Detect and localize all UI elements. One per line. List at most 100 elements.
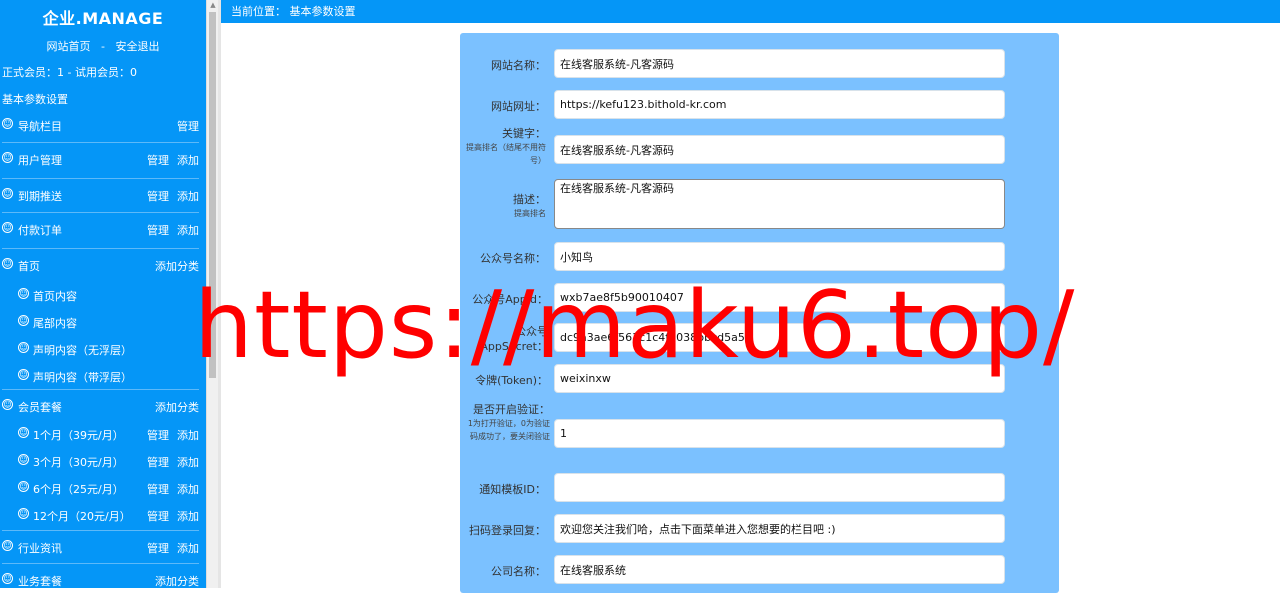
manage-link[interactable]: 管理 [147,224,169,237]
nav-item-label: 用户管理 [18,154,62,167]
nav-item-label: 业务套餐 [18,575,62,588]
sub-item-package-3m[interactable]: ☺ 3个月（30元/月） 管理 添加 [18,447,199,474]
sub-item-label: 声明内容（带浮层） [33,371,132,384]
add-link[interactable]: 添加 [177,224,199,237]
nav-item-home[interactable]: ☺ 首页 添加分类 [2,249,199,281]
nav-item-packages[interactable]: ☺ 会员套餐 添加分类 [2,390,199,420]
smiley-icon: ☺ [2,573,13,584]
smiley-icon: ☺ [18,481,29,492]
scan-reply-label: 扫码登录回复： [469,524,546,537]
separator: - [101,40,105,53]
description-label-group: 描述： 提高排名 [460,191,546,220]
nav-item-expiry-push[interactable]: ☺ 到期推送 管理 添加 [2,179,199,213]
sub-item-statement-overlay[interactable]: ☺ 声明内容（带浮层） [18,362,199,387]
smiley-icon: ☺ [18,288,29,299]
sub-item-statement-no-overlay[interactable]: ☺ 声明内容（无浮层） [18,335,199,362]
description-label: 描述： [513,193,546,206]
smiley-icon: ☺ [18,454,29,465]
add-link[interactable]: 添加 [177,154,199,167]
nav-item-orders[interactable]: ☺ 付款订单 管理 添加 [2,213,199,249]
smiley-icon: ☺ [18,342,29,353]
description-textarea[interactable]: 在线客服系统-凡客源码 [554,179,1005,229]
smiley-icon: ☺ [2,222,13,233]
verify-label-group: 是否开启验证： 1为打开验证，0为验证码成功了，要关闭验证 [460,401,550,443]
add-link[interactable]: 添加 [177,456,199,469]
manage-link[interactable]: 管理 [147,429,169,442]
nav-item-label: 行业资讯 [18,542,62,555]
sub-item-footer-content[interactable]: ☺ 尾部内容 [18,308,199,335]
manage-link[interactable]: 管理 [147,483,169,496]
sub-item-package-6m[interactable]: ☺ 6个月（25元/月） 管理 添加 [18,474,199,501]
site-url-input[interactable] [554,90,1005,119]
sub-item-label: 3个月（30元/月） [33,456,124,469]
nav-item-label: 导航栏目 [18,120,62,133]
nav-item-users[interactable]: ☺ 用户管理 管理 添加 [2,143,199,179]
verify-hint: 1为打开验证，0为验证码成功了，要关闭验证 [467,419,550,441]
nav-item-label: 会员套餐 [18,401,62,414]
sub-item-label: 尾部内容 [33,317,77,330]
add-category-link[interactable]: 添加分类 [155,401,199,414]
smiley-icon: ☺ [2,399,13,410]
manage-link[interactable]: 管理 [177,120,199,133]
add-link[interactable]: 添加 [177,190,199,203]
scroll-up-arrow-icon[interactable]: ▲ [209,0,217,10]
smiley-icon: ☺ [18,508,29,519]
nav-item-news[interactable]: ☺ 行业资讯 管理 添加 [2,531,199,564]
add-category-link[interactable]: 添加分类 [155,575,199,588]
company-name-label: 公司名称： [491,565,546,578]
smiley-icon: ☺ [18,427,29,438]
logout-link[interactable]: 安全退出 [115,38,159,54]
wechat-name-label: 公众号名称： [480,252,546,265]
member-count: 正式会员：1 - 试用会员：0 [2,66,137,79]
breadcrumb-bar: 当前位置： 基本参数设置 [221,0,1280,23]
logo: 企业.MANAGE [42,9,164,28]
settings-link[interactable]: 基本参数设置 [0,91,206,107]
manage-link[interactable]: 管理 [147,190,169,203]
smiley-icon: ☺ [2,540,13,551]
nav-item-nav-columns[interactable]: ☺ 导航栏目 管理 [2,109,199,143]
keywords-hint: 提高排名（结尾不用符号） [466,143,546,165]
verify-input[interactable] [554,419,1005,448]
scan-reply-input[interactable] [554,514,1005,543]
wechat-name-input[interactable] [554,242,1005,271]
site-name-label: 网站名称： [491,59,546,72]
smiley-icon: ☺ [18,369,29,380]
nav-item-business-packages[interactable]: ☺ 业务套餐 添加分类 [2,564,199,588]
sidebar: 企业.MANAGE 网站首页 - 安全退出 正式会员：1 - 试用会员：0 基本… [0,0,206,588]
smiley-icon: ☺ [18,315,29,326]
add-link[interactable]: 添加 [177,510,199,523]
sub-item-home-content[interactable]: ☺ 首页内容 [18,281,199,308]
sub-item-label: 首页内容 [33,290,77,303]
manage-link[interactable]: 管理 [147,510,169,523]
url-watermark: https://maku6.top/ [194,271,1076,379]
keywords-label: 关键字： [502,127,546,140]
add-link[interactable]: 添加 [177,429,199,442]
manage-link[interactable]: 管理 [147,154,169,167]
nav-item-label: 首页 [18,260,40,273]
manage-link[interactable]: 管理 [147,456,169,469]
manage-link[interactable]: 管理 [147,542,169,555]
smiley-icon: ☺ [2,258,13,269]
keywords-label-group: 关键字： 提高排名（结尾不用符号） [460,125,546,167]
sub-item-label: 6个月（25元/月） [33,483,124,496]
add-category-link[interactable]: 添加分类 [155,260,199,273]
nav-item-label: 到期推送 [18,190,62,203]
company-name-input[interactable] [554,555,1005,584]
breadcrumb: 当前位置： 基本参数设置 [231,5,356,18]
sub-item-label: 声明内容（无浮层） [33,344,132,357]
smiley-icon: ☺ [2,152,13,163]
site-name-input[interactable] [554,49,1005,78]
verify-label: 是否开启验证： [473,403,550,416]
description-hint: 提高排名 [514,209,546,218]
smiley-icon: ☺ [2,118,13,129]
sub-item-package-12m[interactable]: ☺ 12个月（20元/月） 管理 添加 [18,501,199,526]
top-links: 网站首页 - 安全退出 [0,38,206,54]
add-link[interactable]: 添加 [177,483,199,496]
sub-item-package-1m[interactable]: ☺ 1个月（39元/月） 管理 添加 [18,420,199,447]
add-link[interactable]: 添加 [177,542,199,555]
template-id-label: 通知模板ID： [479,483,546,496]
keywords-input[interactable] [554,135,1005,164]
home-link[interactable]: 网站首页 [47,38,91,54]
template-id-input[interactable] [554,473,1005,502]
nav-item-label: 付款订单 [18,224,62,237]
